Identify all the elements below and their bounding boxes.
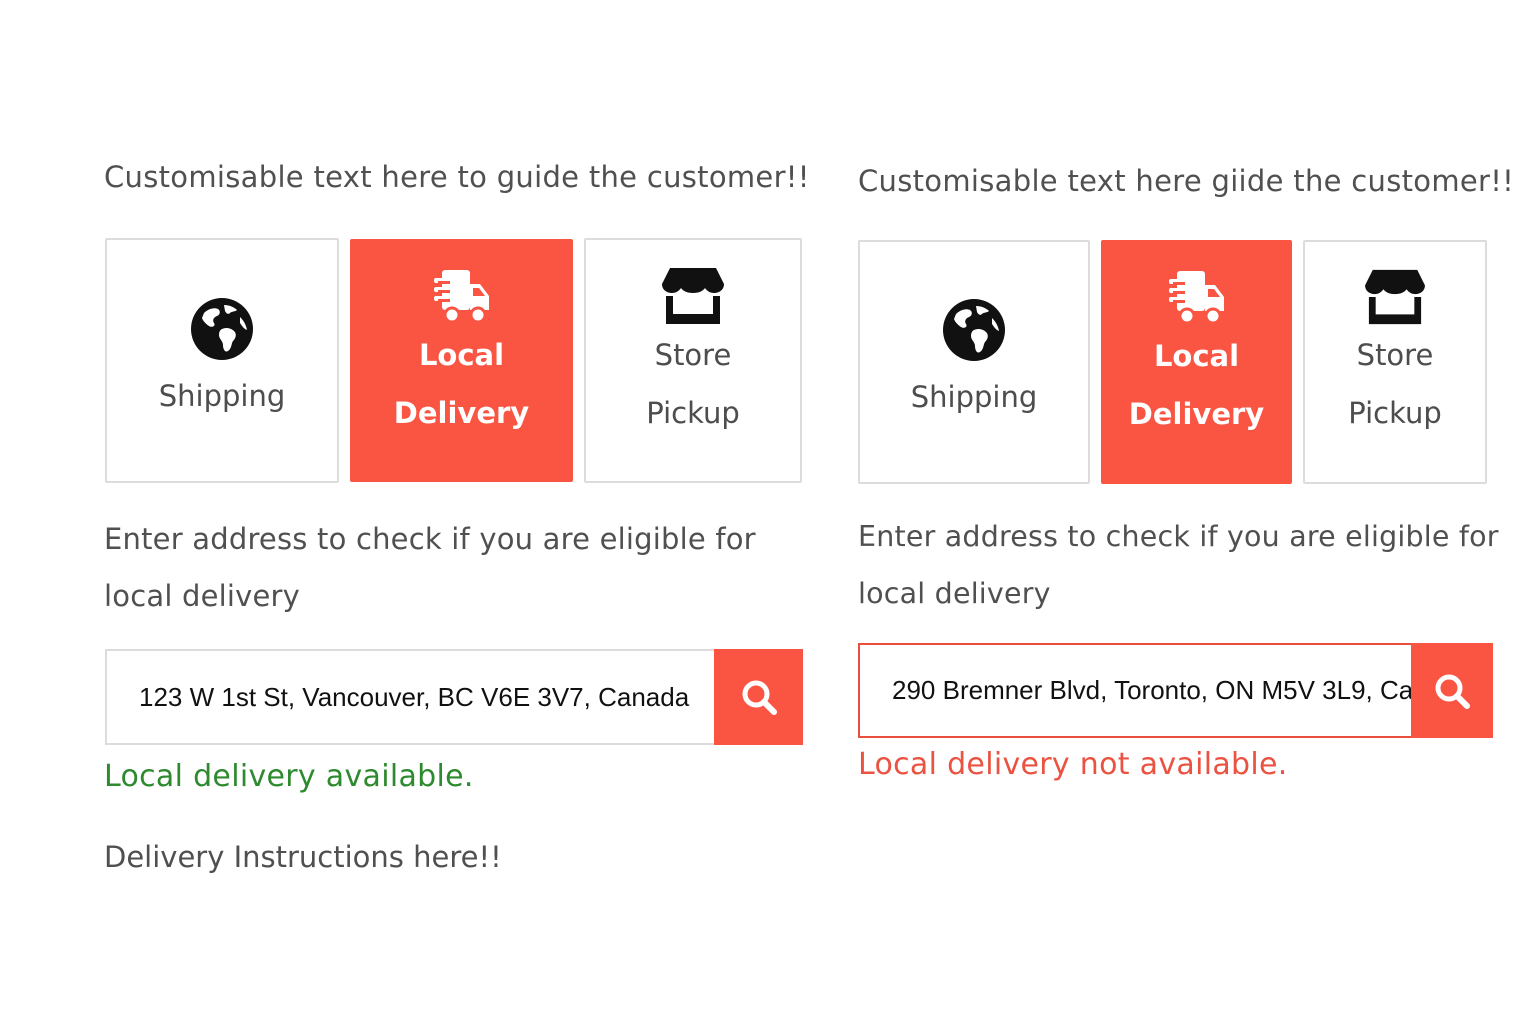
option-shipping[interactable]: Shipping xyxy=(105,238,339,483)
option-local-delivery[interactable]: Local Delivery xyxy=(1101,240,1292,484)
address-input[interactable]: 123 W 1st St, Vancouver, BC V6E 3V7, Can… xyxy=(105,649,714,745)
option-label: Shipping xyxy=(910,380,1038,414)
delivery-status-message: Local delivery not available. xyxy=(858,747,1288,782)
globe-icon xyxy=(943,299,1005,361)
delivery-status-message: Local delivery available. xyxy=(104,759,474,794)
option-label: Store Pickup xyxy=(1348,338,1442,430)
option-store-pickup[interactable]: Store Pickup xyxy=(584,238,802,483)
truck-icon xyxy=(1168,271,1224,325)
store-icon xyxy=(662,267,724,324)
search-button[interactable] xyxy=(714,649,803,745)
option-label: Local Delivery xyxy=(1128,339,1265,431)
option-local-delivery[interactable]: Local Delivery xyxy=(350,239,573,482)
search-icon xyxy=(1435,674,1470,709)
eligibility-prompt: Enter address to check if you are eligib… xyxy=(104,522,756,613)
eligibility-prompt: Enter address to check if you are eligib… xyxy=(858,520,1499,610)
option-shipping[interactable]: Shipping xyxy=(858,240,1090,484)
search-button[interactable] xyxy=(1411,643,1493,738)
delivery-instructions: Delivery Instructions here!! xyxy=(104,840,502,874)
truck-icon xyxy=(433,269,489,323)
address-input[interactable]: 290 Bremner Blvd, Toronto, ON M5V 3L9, C… xyxy=(858,643,1411,738)
option-store-pickup[interactable]: Store Pickup xyxy=(1303,240,1487,484)
option-label: Local Delivery xyxy=(393,337,530,430)
option-label: Shipping xyxy=(158,378,286,413)
search-icon xyxy=(742,680,777,715)
guide-text: Customisable text here giide the custome… xyxy=(858,164,1515,198)
guide-text: Customisable text here to guide the cust… xyxy=(104,160,810,194)
option-label: Store Pickup xyxy=(646,337,740,430)
globe-icon xyxy=(191,297,253,360)
store-icon xyxy=(1365,269,1425,325)
